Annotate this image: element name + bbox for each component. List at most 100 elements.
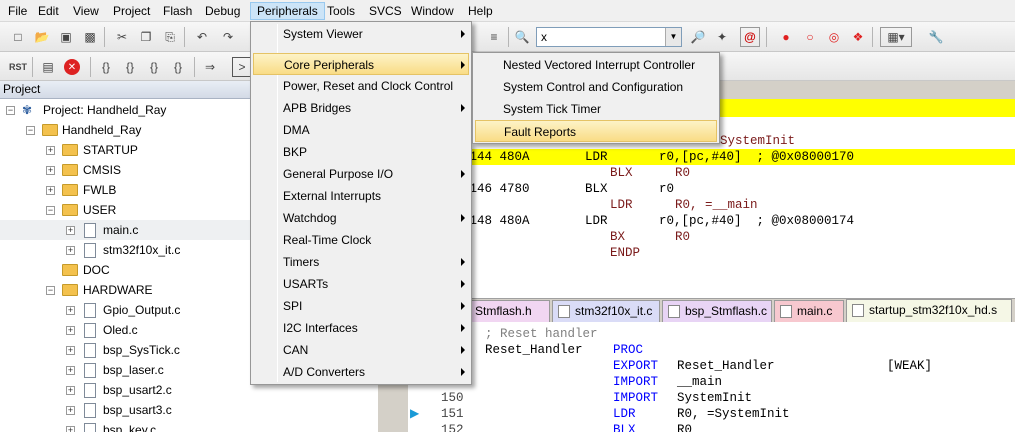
menu-item-system-viewer[interactable]: System Viewer	[253, 23, 469, 45]
menu-item-timers[interactable]: Timers	[253, 251, 469, 273]
expand-icon[interactable]: +	[66, 246, 75, 255]
text-icon[interactable]: ▤	[38, 57, 58, 77]
menu-item-label: BKP	[283, 145, 308, 159]
expand-icon[interactable]: +	[66, 306, 75, 315]
peripherals-menu: System Viewer Core Peripherals Power, Re…	[250, 21, 472, 385]
menu-item-real-time-clock[interactable]: Real-Time Clock	[253, 229, 469, 251]
tree-file-bsp-key-c[interactable]: + bsp_key.c	[0, 420, 378, 432]
menu-item-can[interactable]: CAN	[253, 339, 469, 361]
submenu-arrow-icon	[461, 258, 465, 266]
expand-icon[interactable]: +	[66, 406, 75, 415]
disasm-op: LDR	[610, 198, 633, 212]
copy-icon[interactable]: ❐	[136, 27, 156, 47]
menu-file[interactable]: File	[2, 3, 33, 20]
paste-icon[interactable]: ⎘	[160, 27, 180, 47]
debug-session-icon[interactable]: @	[740, 27, 760, 47]
save-icon[interactable]: ▣	[56, 27, 76, 47]
redo-icon[interactable]: ↷	[218, 27, 238, 47]
menu-help[interactable]: Help	[462, 3, 499, 20]
show-next-statement-icon[interactable]: ⇒	[200, 57, 220, 77]
menu-item-bkp[interactable]: BKP	[253, 141, 469, 163]
configure-icon[interactable]: ✦	[712, 27, 732, 47]
file-icon	[84, 223, 96, 238]
menu-item-gpio[interactable]: General Purpose I/O	[253, 163, 469, 185]
tree-file-bsp-usart3-c[interactable]: + bsp_usart3.c	[0, 400, 378, 420]
reset-icon[interactable]: RST	[8, 57, 28, 77]
tree-label: USER	[83, 203, 117, 217]
breakpoints-disable-all-icon[interactable]: ◎	[824, 27, 844, 47]
new-file-icon[interactable]: □	[8, 27, 28, 47]
menu-tools[interactable]: Tools	[321, 3, 361, 20]
tree-label: bsp_key.c	[103, 423, 157, 432]
menu-item-apb-bridges[interactable]: APB Bridges	[253, 97, 469, 119]
menu-item-ad-converters[interactable]: A/D Converters	[253, 361, 469, 383]
menu-item-dma[interactable]: DMA	[253, 119, 469, 141]
menu-edit[interactable]: Edit	[32, 3, 65, 20]
open-folder-icon[interactable]: 📂	[32, 27, 52, 47]
menu-item-power-reset-clock[interactable]: Power, Reset and Clock Control	[253, 75, 469, 97]
line-number: 150	[441, 391, 464, 405]
menu-debug[interactable]: Debug	[199, 3, 246, 20]
tab-stmflash-h[interactable]: Stmflash.h	[466, 300, 550, 322]
step-out-icon[interactable]: {}	[144, 57, 164, 77]
expand-icon[interactable]: +	[66, 426, 75, 432]
run-to-cursor-icon[interactable]: {}	[168, 57, 188, 77]
breakpoint-disable-icon[interactable]: ○	[800, 27, 820, 47]
menu-svcs[interactable]: SVCS	[363, 3, 408, 20]
tab-startup-stm32f10x-hd-s[interactable]: startup_stm32f10x_hd.s	[846, 299, 1012, 323]
menu-item-label: System Viewer	[283, 27, 363, 41]
breakpoints-kill-all-icon[interactable]: ❖	[848, 27, 868, 47]
breakpoint-icon[interactable]: ●	[776, 27, 796, 47]
find-icon[interactable]: 🔎	[688, 27, 708, 47]
menu-item-external-interrupts[interactable]: External Interrupts	[253, 185, 469, 207]
collapse-icon[interactable]: −	[6, 106, 15, 115]
menu-flash[interactable]: Flash	[157, 3, 198, 20]
menu-item-core-peripherals[interactable]: Core Peripherals	[253, 53, 469, 75]
line-number: 152	[441, 423, 464, 432]
wrench-icon[interactable]: 🔧	[926, 27, 946, 47]
menu-peripherals[interactable]: Peripherals	[250, 2, 325, 20]
tab-main-c[interactable]: main.c	[774, 300, 844, 322]
expand-icon[interactable]: +	[66, 366, 75, 375]
expand-icon[interactable]: +	[46, 166, 55, 175]
expand-icon[interactable]: +	[46, 186, 55, 195]
indent-icon[interactable]: ≡	[484, 27, 504, 47]
tab-stm32f10x-it-c[interactable]: stm32f10x_it.c	[552, 300, 660, 322]
menu-item-nvic[interactable]: Nested Vectored Interrupt Controller	[475, 54, 717, 76]
menu-view[interactable]: View	[67, 3, 105, 20]
find-combo[interactable]: x ▼	[536, 27, 682, 47]
expand-icon[interactable]: +	[46, 146, 55, 155]
cut-icon[interactable]: ✂	[112, 27, 132, 47]
folder-icon	[62, 184, 78, 196]
step-into-icon[interactable]: {}	[96, 57, 116, 77]
command-window-icon[interactable]: >	[232, 57, 252, 77]
expand-icon[interactable]: +	[66, 226, 75, 235]
menu-item-fault-reports[interactable]: Fault Reports	[475, 120, 717, 142]
menu-item-system-control[interactable]: System Control and Configuration	[475, 76, 717, 98]
menu-item-usarts[interactable]: USARTs	[253, 273, 469, 295]
collapse-icon[interactable]: −	[46, 286, 55, 295]
menu-project[interactable]: Project	[107, 3, 156, 20]
menu-item-i2c-interfaces[interactable]: I2C Interfaces	[253, 317, 469, 339]
menu-window[interactable]: Window	[405, 3, 460, 20]
source-keyword: IMPORT	[613, 391, 659, 405]
menu-item-watchdog[interactable]: Watchdog	[253, 207, 469, 229]
find-in-files-icon[interactable]: 🔍	[512, 27, 532, 47]
save-all-icon[interactable]: ▩	[80, 27, 100, 47]
step-over-icon[interactable]: {}	[120, 57, 140, 77]
tab-bsp-stmflash-c[interactable]: bsp_Stmflash.c	[662, 300, 772, 322]
menu-item-spi[interactable]: SPI	[253, 295, 469, 317]
chevron-down-icon[interactable]: ▼	[665, 28, 681, 46]
current-pc-arrow-icon: ▶	[410, 406, 420, 420]
expand-icon[interactable]: +	[66, 326, 75, 335]
stop-icon[interactable]: ✕	[64, 59, 80, 75]
collapse-icon[interactable]: −	[46, 206, 55, 215]
expand-icon[interactable]: +	[66, 386, 75, 395]
window-layout-icon[interactable]: ▦▾	[880, 27, 912, 47]
menu-item-system-tick-timer[interactable]: System Tick Timer	[475, 98, 717, 120]
expand-icon[interactable]: +	[66, 346, 75, 355]
collapse-icon[interactable]: −	[26, 126, 35, 135]
menu-item-label: Nested Vectored Interrupt Controller	[503, 58, 696, 72]
undo-icon[interactable]: ↶	[192, 27, 212, 47]
line-number: 151	[441, 407, 464, 421]
